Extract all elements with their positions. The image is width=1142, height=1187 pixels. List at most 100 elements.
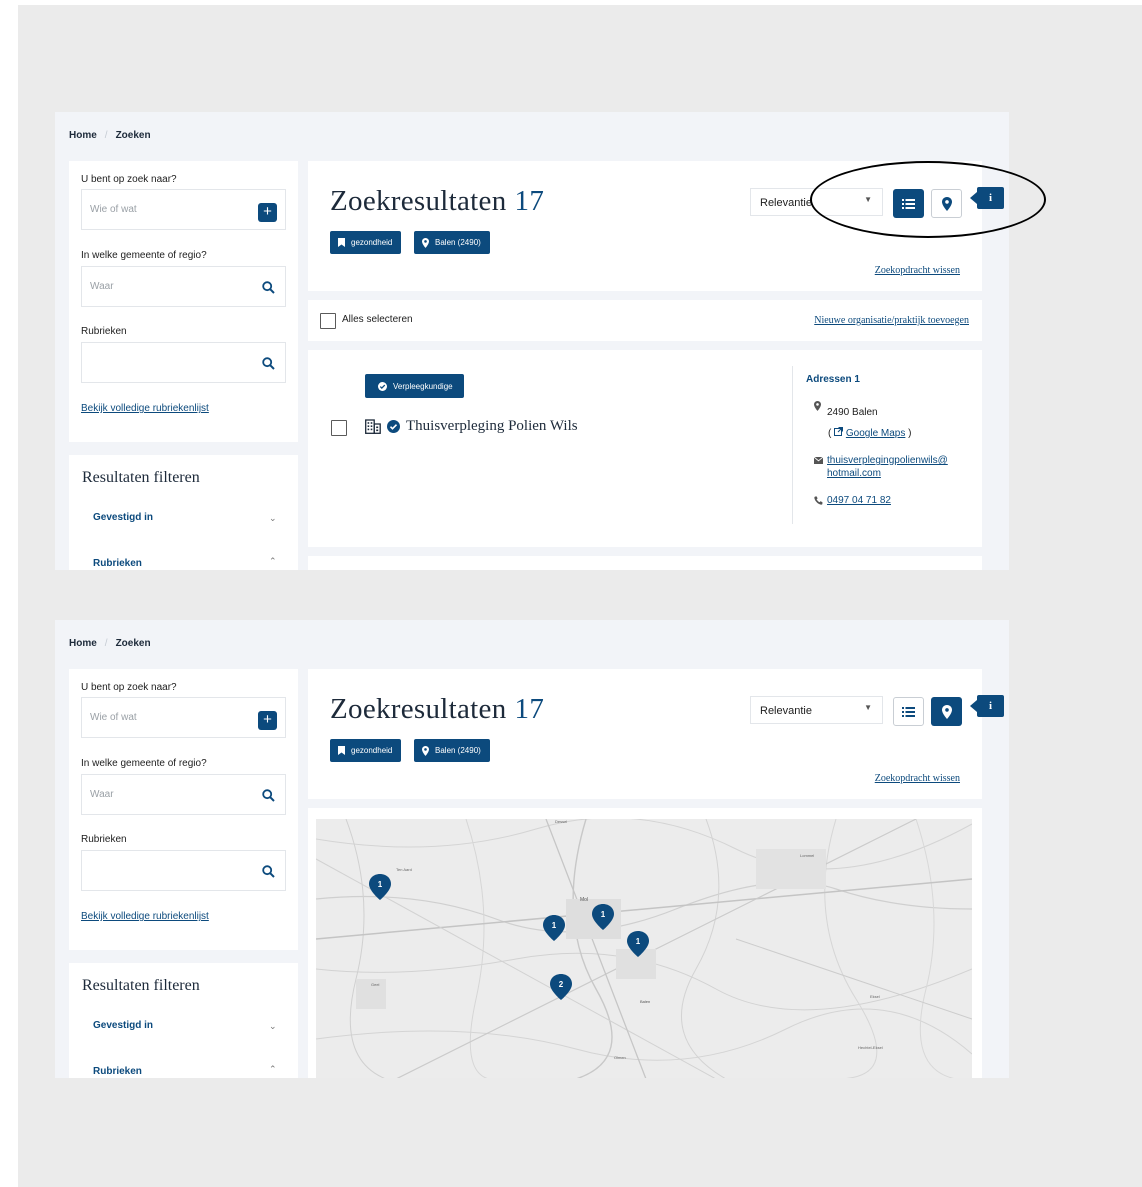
map-canvas[interactable]: Dessel Ten Aard Mol Lommel Geel Balen Ol… (316, 819, 972, 1078)
results-header: Zoekresultaten 17 gezondheid Balen (2490)… (308, 669, 982, 799)
search-icon[interactable] (262, 789, 275, 802)
filter-established-in[interactable]: Gevestigd in (93, 1020, 153, 1031)
filter-established-in[interactable]: Gevestigd in (93, 512, 153, 523)
results-map[interactable]: Dessel Ten Aard Mol Lommel Geel Balen Ol… (316, 819, 972, 1078)
select-bar: Alles selecteren Nieuwe organisatie/prak… (308, 300, 982, 341)
what-placeholder: Wie of wat (90, 204, 137, 215)
phone-link[interactable]: 0497 04 71 82 (827, 495, 891, 506)
select-all-label: Alles selecteren (342, 314, 413, 325)
tag-label: gezondheid (351, 746, 393, 755)
clear-search-link[interactable]: Zoekopdracht wissen (875, 265, 960, 276)
organisation-name-text: Thuisverpleging Polien Wils (406, 418, 578, 434)
chevron-up-icon[interactable]: ⌃ (269, 1064, 277, 1075)
tag-gezondheid[interactable]: gezondheid (330, 231, 402, 254)
select-all-checkbox[interactable] (320, 313, 336, 329)
info-button[interactable]: i (970, 187, 1004, 209)
what-label: U bent op zoek naar? (81, 174, 177, 185)
list-view-panel: Home / Zoeken U bent op zoek naar? Wie o… (55, 112, 1009, 570)
full-rubrics-link[interactable]: Bekijk volledige rubriekenlijst (81, 911, 209, 922)
sort-select[interactable]: Relevantie ▼ (750, 188, 883, 216)
marker-count: 2 (559, 980, 564, 989)
caret-down-icon: ▼ (864, 195, 872, 204)
full-rubrics-link[interactable]: Bekijk volledige rubriekenlijst (81, 403, 209, 414)
google-maps-link[interactable]: Google Maps (846, 428, 905, 439)
rubrics-field[interactable] (81, 342, 286, 383)
search-form: U bent op zoek naar? Wie of wat + In wel… (69, 161, 298, 442)
caret-down-icon: ▼ (864, 703, 872, 712)
marker-count: 1 (552, 921, 557, 930)
chevron-down-icon[interactable]: ⌄ (269, 1021, 277, 1032)
what-field[interactable]: Wie of wat + (81, 697, 286, 738)
breadcrumb-separator: / (104, 638, 108, 649)
map-place-label: Olmen (614, 1055, 626, 1060)
results-title-text: Zoekresultaten (330, 185, 507, 217)
add-icon[interactable]: + (258, 711, 277, 730)
search-form: U bent op zoek naar? Wie of wat + In wel… (69, 669, 298, 950)
sort-select[interactable]: Relevantie ▼ (750, 696, 883, 724)
external-link-icon (834, 427, 844, 436)
what-field[interactable]: Wie of wat + (81, 189, 286, 230)
organisation-name[interactable]: Thuisverpleging Polien Wils (365, 418, 578, 435)
building-icon (365, 419, 381, 434)
results-title-text: Zoekresultaten (330, 693, 507, 725)
where-field[interactable]: Waar (81, 266, 286, 307)
sort-value: Relevantie (760, 197, 812, 209)
bookmark-icon (338, 238, 345, 247)
list-view-button[interactable] (893, 189, 924, 218)
address-line: 2490 Balen (827, 407, 878, 418)
map-view-button[interactable] (931, 697, 962, 726)
location-pin-icon (422, 745, 429, 756)
where-label: In welke gemeente of regio? (81, 250, 207, 261)
clear-search-link[interactable]: Zoekopdracht wissen (875, 773, 960, 784)
chevron-down-icon[interactable]: ⌄ (269, 513, 277, 524)
add-icon[interactable]: + (258, 203, 277, 222)
list-icon (902, 706, 915, 717)
result-checkbox[interactable] (331, 420, 347, 436)
mail-icon (814, 457, 823, 464)
results-count: 17 (514, 693, 545, 725)
what-label: U bent op zoek naar? (81, 682, 177, 693)
category-label: Verpleegkundige (393, 381, 453, 391)
breadcrumb-current: Zoeken (115, 638, 151, 649)
results-header: Zoekresultaten 17 gezondheid Balen (2490)… (308, 161, 982, 291)
tag-location[interactable]: Balen (2490) (414, 739, 490, 762)
list-view-button[interactable] (893, 697, 924, 726)
map-view-panel: Home / Zoeken U bent op zoek naar? Wie o… (55, 620, 1009, 1078)
chevron-up-icon[interactable]: ⌃ (269, 556, 277, 567)
search-icon[interactable] (262, 865, 275, 878)
breadcrumb: Home / Zoeken (69, 130, 151, 141)
breadcrumb-home[interactable]: Home (69, 130, 97, 141)
info-button[interactable]: i (970, 695, 1004, 717)
map-place-label: Geel (371, 982, 380, 987)
rubrics-label: Rubrieken (81, 326, 127, 337)
verified-icon (387, 420, 400, 433)
verified-icon (378, 381, 387, 391)
breadcrumb-home[interactable]: Home (69, 638, 97, 649)
tag-location[interactable]: Balen (2490) (414, 231, 490, 254)
location-pin-icon (941, 196, 952, 211)
google-maps-row[interactable]: ( Google Maps ) (828, 427, 911, 439)
tag-label: Balen (2490) (435, 238, 481, 247)
filter-rubrics[interactable]: Rubrieken (93, 558, 142, 569)
rubrics-field[interactable] (81, 850, 286, 891)
results-title: Zoekresultaten 17 (330, 185, 544, 218)
map-place-label: Balen (640, 999, 650, 1004)
filter-rubrics[interactable]: Rubrieken (93, 1066, 142, 1077)
next-result-item (308, 556, 982, 570)
email-link[interactable]: thuisverplegingpolienwils@ hotmail.com (827, 454, 948, 480)
where-field[interactable]: Waar (81, 774, 286, 815)
filter-title: Resultaten filteren (82, 977, 200, 994)
tag-label: Balen (2490) (435, 746, 481, 755)
map-view-button[interactable] (931, 189, 962, 218)
list-icon (902, 198, 915, 209)
new-organisation-link[interactable]: Nieuwe organisatie/praktijk toevoegen (814, 315, 969, 326)
results-title: Zoekresultaten 17 (330, 693, 544, 726)
category-badge[interactable]: Verpleegkundige (365, 374, 464, 398)
tag-gezondheid[interactable]: gezondheid (330, 739, 402, 762)
map-place-label: Eksel (870, 994, 880, 999)
search-icon[interactable] (262, 281, 275, 294)
breadcrumb-separator: / (104, 130, 108, 141)
phone-number: 0497 04 71 82 (827, 495, 891, 506)
search-icon[interactable] (262, 357, 275, 370)
address-column: Adressen 1 2490 Balen ( Google Maps ) th… (792, 366, 977, 524)
